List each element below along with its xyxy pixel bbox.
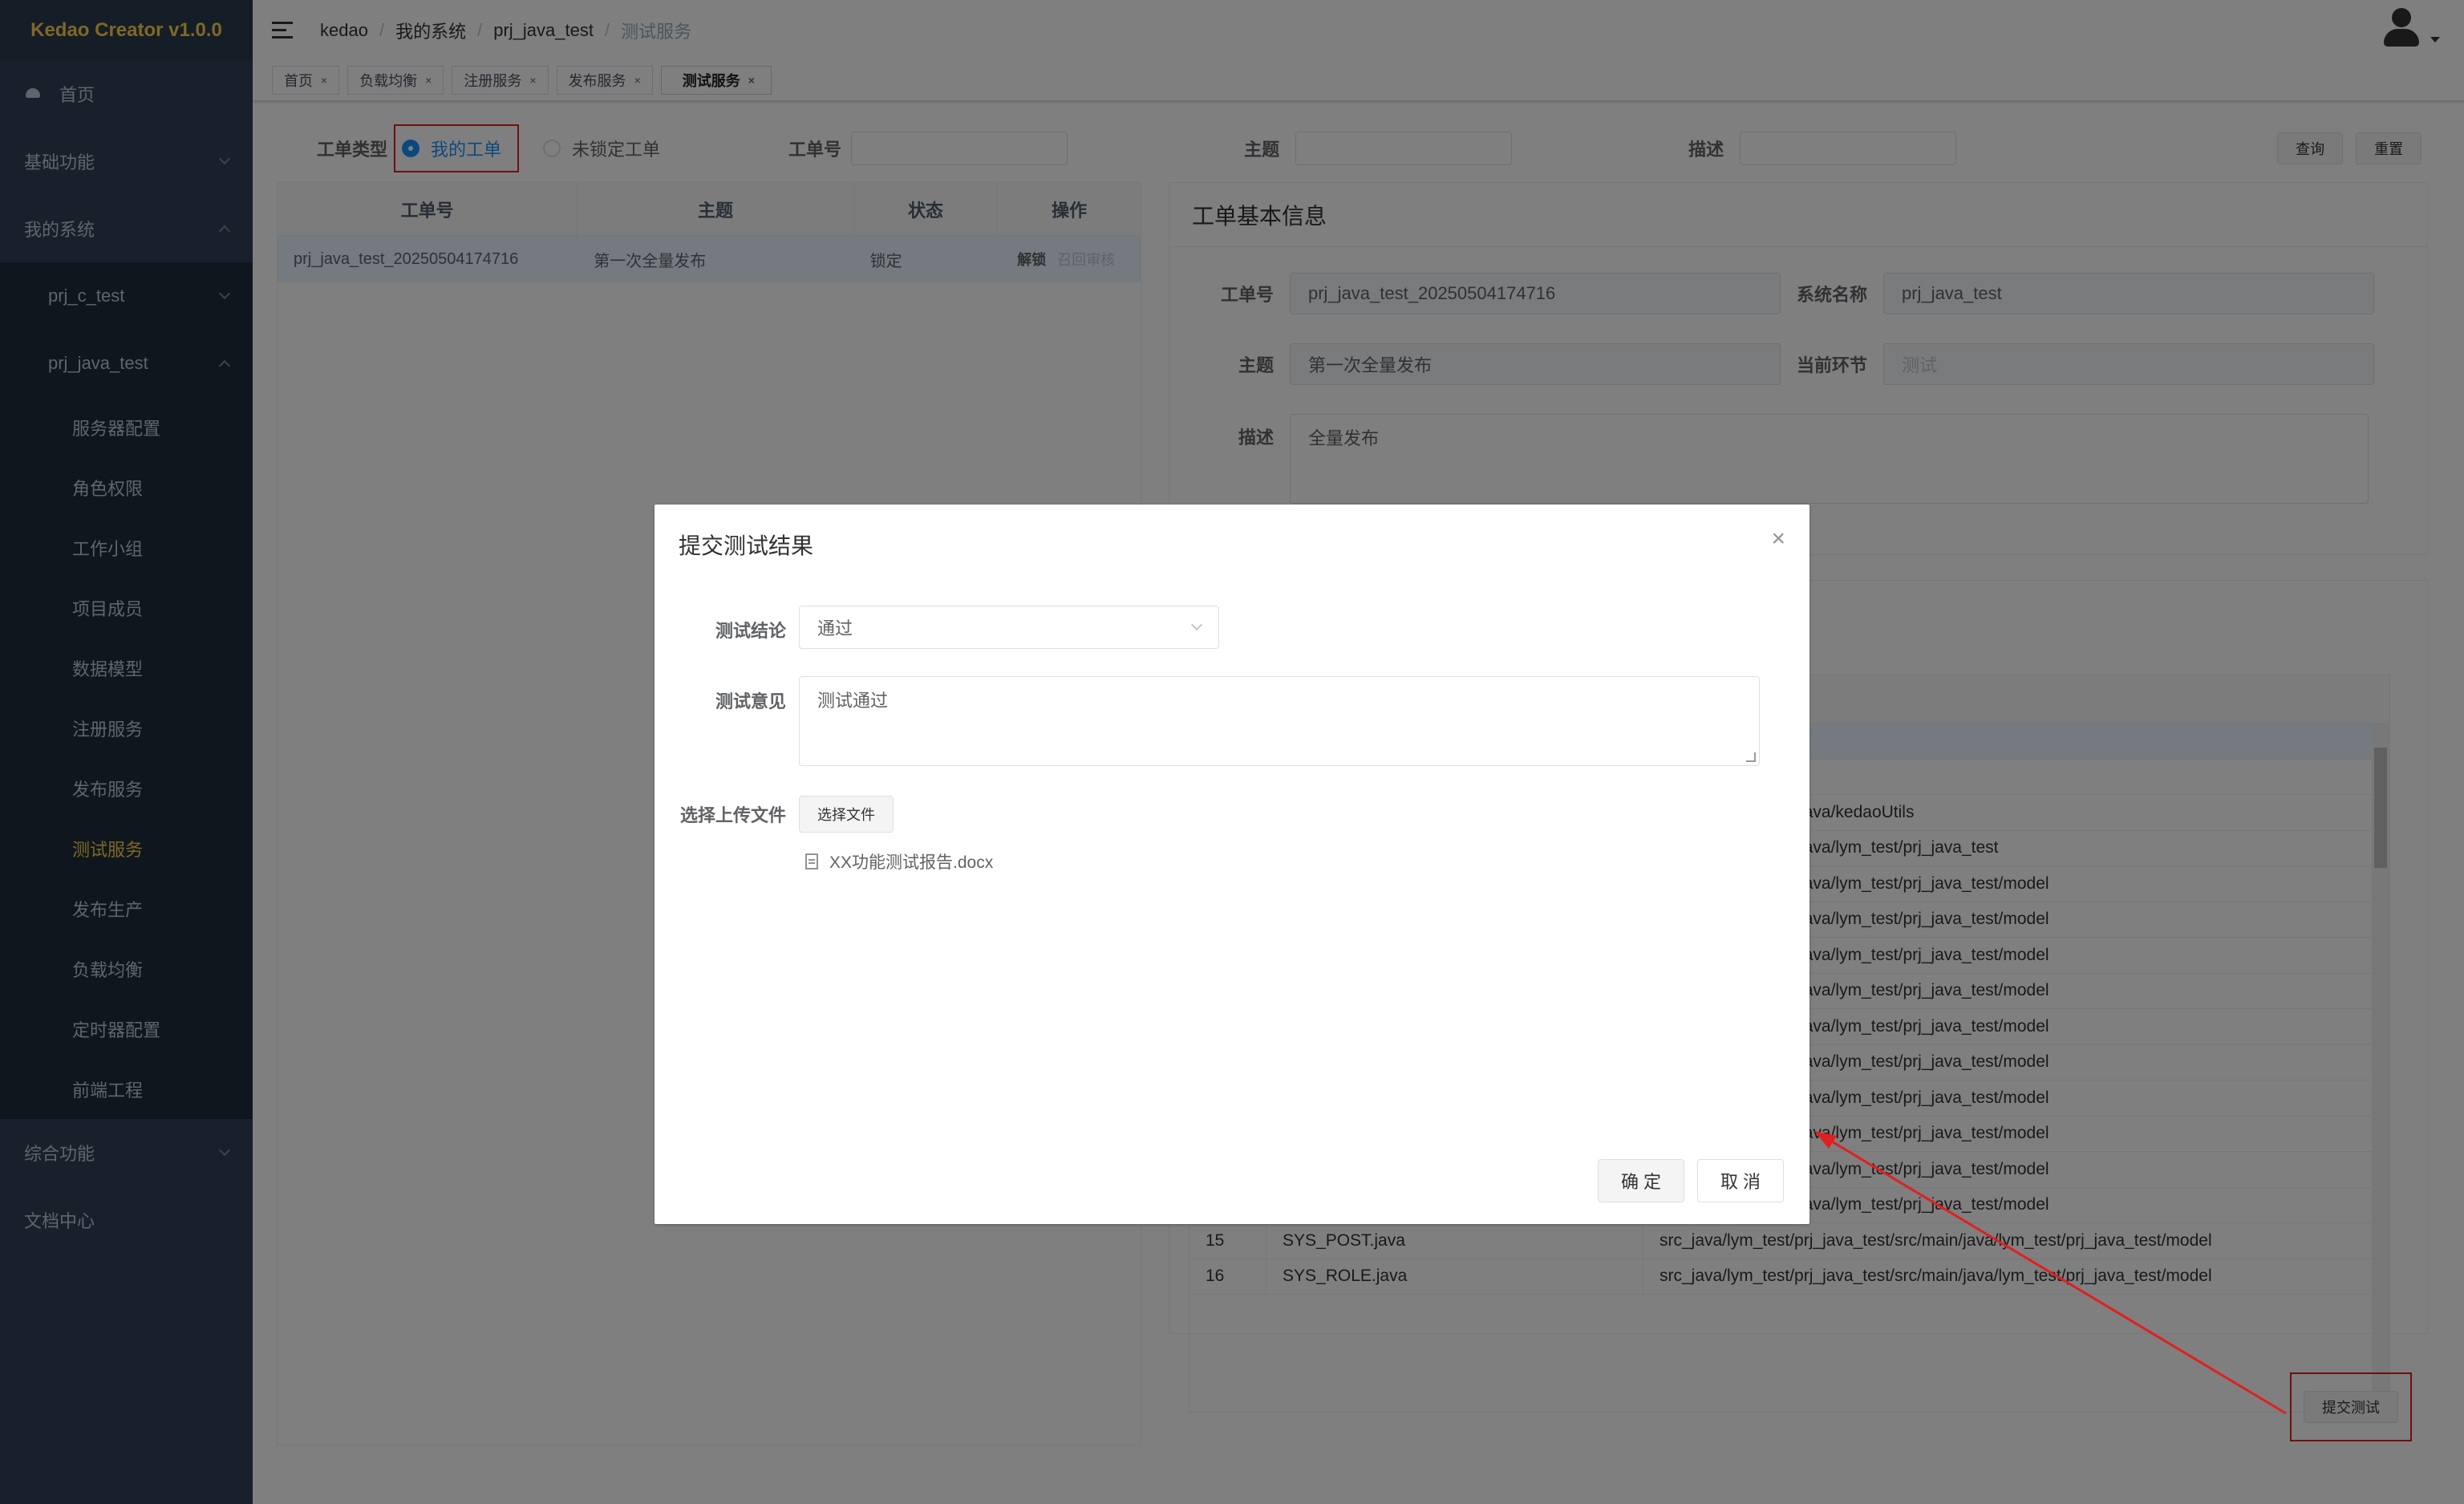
uploaded-file-name[interactable]: XX功能测试报告.docx (829, 849, 993, 874)
conclusion-select[interactable]: 通过 (799, 606, 1219, 649)
opinion-value: 测试通过 (817, 691, 889, 711)
opinion-label: 测试意见 (715, 691, 786, 711)
uploaded-file[interactable]: XX功能测试报告.docx (805, 849, 993, 874)
close-icon[interactable]: × (1771, 525, 1785, 553)
conclusion-value: 通过 (817, 618, 853, 638)
cancel-button[interactable]: 取 消 (1697, 1159, 1784, 1202)
chevron-down-icon (1190, 618, 1203, 631)
upload-label: 选择上传文件 (679, 805, 786, 825)
opinion-textarea[interactable]: 测试通过 (799, 676, 1760, 766)
submit-test-dialog: 提交测试结果 × 测试结论 通过 测试意见 测试通过 选择上传文件 选择文件 X… (654, 505, 1810, 1224)
choose-file-button[interactable]: 选择文件 (799, 796, 894, 833)
document-icon (805, 853, 818, 870)
resize-handle[interactable] (1746, 752, 1756, 762)
conclusion-label: 测试结论 (715, 621, 786, 641)
confirm-button[interactable]: 确 定 (1598, 1159, 1684, 1202)
dialog-title: 提交测试结果 (679, 533, 814, 558)
